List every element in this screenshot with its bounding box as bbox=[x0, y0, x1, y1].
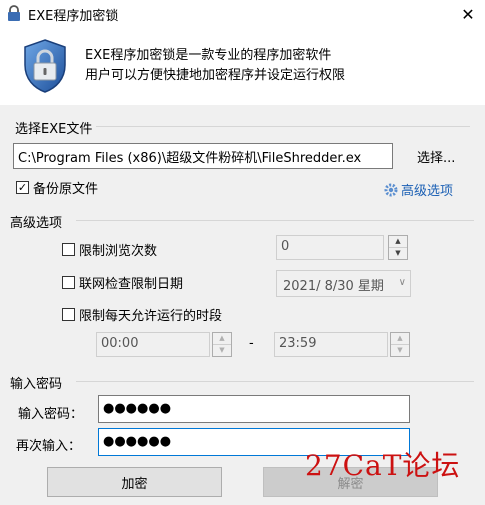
select-file-group-line bbox=[96, 126, 470, 127]
spin-up-icon[interactable]: ▲ bbox=[213, 333, 231, 345]
online-check-checkbox[interactable]: 联网检查限制日期 bbox=[62, 273, 183, 292]
online-check-label: 联网检查限制日期 bbox=[79, 277, 184, 292]
checkbox-box bbox=[62, 276, 75, 289]
encrypt-button[interactable]: 加密 bbox=[47, 467, 222, 497]
time-start-spinner[interactable]: ▲ ▼ bbox=[212, 332, 232, 357]
time-range-dash: - bbox=[249, 336, 254, 351]
select-file-section-label: 选择EXE文件 bbox=[15, 122, 93, 137]
spin-up-icon[interactable]: ▲ bbox=[389, 236, 407, 248]
time-end-spinner[interactable]: ▲ ▼ bbox=[390, 332, 410, 357]
limit-views-checkbox[interactable]: 限制浏览次数 bbox=[62, 240, 157, 259]
spin-down-icon[interactable]: ▼ bbox=[391, 345, 409, 357]
header-description-line1: EXE程序加密锁是一款专业的程序加密软件 bbox=[85, 48, 332, 63]
date-value: 2021/ 8/30 星期 bbox=[283, 279, 384, 294]
time-end-input[interactable]: 23:59 bbox=[274, 332, 388, 357]
app-lock-icon bbox=[8, 5, 20, 21]
close-button[interactable]: ✕ bbox=[451, 0, 485, 28]
password-group-line bbox=[76, 381, 474, 382]
spin-up-icon[interactable]: ▲ bbox=[391, 333, 409, 345]
close-icon: ✕ bbox=[461, 4, 475, 24]
checkbox-box bbox=[62, 243, 75, 256]
checkbox-box bbox=[62, 308, 75, 321]
advanced-options-label: 高级选项 bbox=[401, 184, 454, 199]
title-bar: EXE程序加密锁 ✕ bbox=[0, 0, 485, 28]
window-title: EXE程序加密锁 bbox=[28, 9, 119, 24]
spin-down-icon[interactable]: ▼ bbox=[389, 248, 407, 260]
checkmark-icon: ✓ bbox=[16, 181, 29, 194]
password-label: 输入密码： bbox=[18, 407, 84, 422]
limit-views-spinner[interactable]: ▲ ▼ bbox=[388, 235, 408, 260]
header-panel: EXE程序加密锁是一款专业的程序加密软件 用户可以方便快捷地加密程序并设定运行权… bbox=[0, 28, 485, 105]
advanced-group-line bbox=[76, 220, 474, 221]
password-input[interactable]: ●●●●●● bbox=[98, 395, 410, 423]
confirm-password-label: 再次输入： bbox=[16, 439, 82, 454]
advanced-options-button[interactable]: 高级选项 bbox=[383, 180, 453, 199]
limit-views-input[interactable]: 0 bbox=[276, 235, 384, 260]
shield-lock-icon bbox=[24, 39, 66, 93]
gear-icon bbox=[384, 183, 398, 196]
chevron-down-icon: ∨ bbox=[398, 277, 406, 288]
daily-time-checkbox[interactable]: 限制每天允许运行的时段 bbox=[62, 305, 222, 324]
limit-views-label: 限制浏览次数 bbox=[79, 244, 158, 259]
time-start-input[interactable]: 00:00 bbox=[96, 332, 210, 357]
backup-label: 备份原文件 bbox=[33, 182, 99, 197]
backup-checkbox[interactable]: ✓ 备份原文件 bbox=[16, 178, 98, 197]
daily-time-label: 限制每天允许运行的时段 bbox=[79, 309, 223, 324]
watermark-text: 27CaT论坛 bbox=[305, 449, 461, 482]
limit-date-picker[interactable]: 2021/ 8/30 星期 ∨ bbox=[276, 270, 411, 297]
header-description-line2: 用户可以方便快捷地加密程序并设定运行权限 bbox=[85, 68, 346, 83]
advanced-section-label: 高级选项 bbox=[10, 216, 63, 231]
exe-path-input[interactable]: C:\Program Files (x86)\超级文件粉碎机\FileShred… bbox=[13, 143, 393, 169]
spin-down-icon[interactable]: ▼ bbox=[213, 345, 231, 357]
browse-button[interactable]: 选择... bbox=[417, 147, 455, 166]
password-section-label: 输入密码 bbox=[10, 377, 63, 392]
